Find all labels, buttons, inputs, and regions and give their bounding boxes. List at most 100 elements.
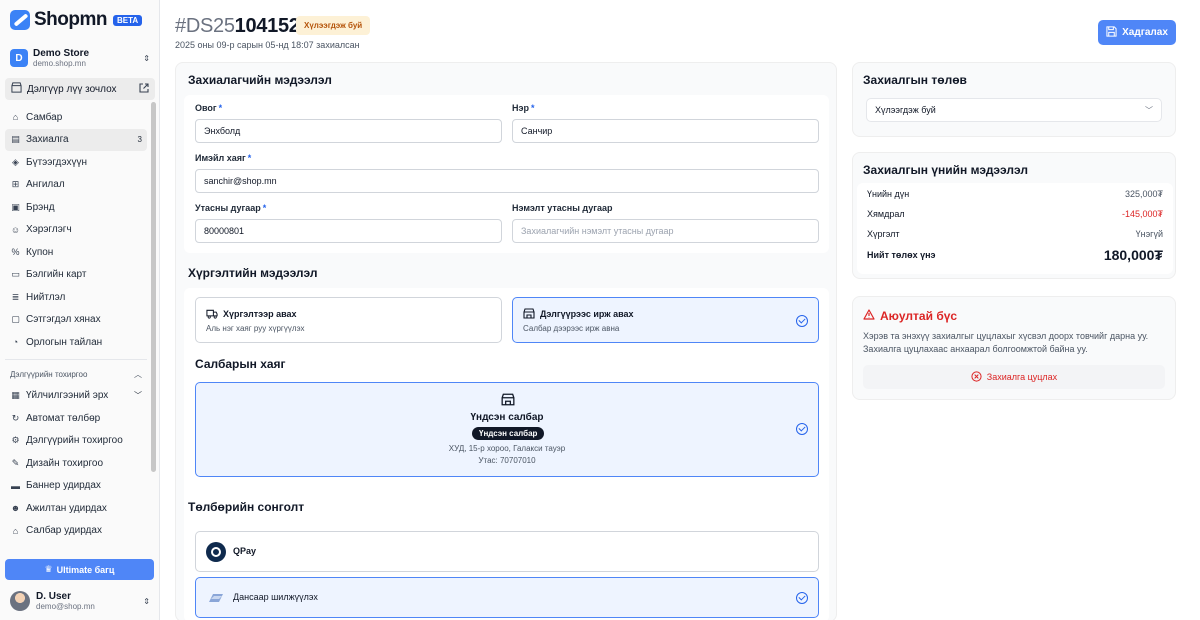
store-avatar: D — [10, 49, 28, 67]
sidebar-item-reviews[interactable]: ▢ Сэтгэгдэл хянах — [5, 309, 147, 332]
last-name-field[interactable]: Энхболд — [195, 119, 502, 143]
delivery-section-title: Хүргэлтийн мэдээлэл — [188, 266, 318, 280]
sidebar-item-label: Үйлчилгээний эрх — [26, 390, 109, 402]
dashboard-icon: ⌂ — [12, 112, 19, 123]
product-icon: ◈ — [12, 156, 19, 167]
branch-tag: Үндсэн салбар — [472, 427, 545, 440]
avatar — [10, 591, 30, 611]
branch-address: ХУД, 15-р хороо, Галакси тауэр — [448, 444, 566, 453]
sidebar-item-label: Дэлгүүрийн тохиргоо — [26, 435, 123, 447]
sidebar-item-categories[interactable]: ⊞ Ангилал — [5, 174, 147, 197]
phone-field[interactable]: 80000801 — [195, 219, 502, 243]
sidebar-item-banners[interactable]: ▬ Баннер удирдах — [5, 475, 147, 498]
user-name: D. User — [36, 591, 72, 602]
delivery-option-title: Дэлгүүрээс ирж авах — [540, 309, 634, 319]
sidebar-item-articles[interactable]: ≣ Нийтлэл — [5, 286, 147, 309]
sidebar-item-coupons[interactable]: % Купон — [5, 241, 147, 264]
delivery-option-shipping[interactable]: Хүргэлтээр авах Аль нэг хаяг руу хүргүүл… — [195, 297, 502, 343]
sidebar-item-label: Автомат төлбөр — [26, 412, 101, 424]
sidebar-item-customers[interactable]: ☺ Хэрэглэгч — [5, 219, 147, 242]
sidebar-item-license[interactable]: ▦ Үйлчилгээний эрх ﹀ — [5, 385, 147, 408]
sidebar-item-design[interactable]: ✎ Дизайн тохиргоо — [5, 452, 147, 475]
order-prefix: #DS25 — [175, 15, 235, 37]
settings-icon: ⚙ — [11, 435, 20, 446]
store-switcher[interactable]: D Demo Store demo.shop.mn ⇕ — [10, 47, 150, 69]
sidebar-item-label: Дизайн тохиргоо — [26, 457, 104, 469]
branch-option-main[interactable]: Үндсэн салбар Үндсэн салбар ХУД, 15-р хо… — [195, 382, 819, 477]
payment-section-title: Төлбөрийн сонголт — [188, 500, 305, 514]
first-name-field[interactable]: Санчир — [512, 119, 819, 143]
delivery-option-title: Хүргэлтээр авах — [223, 309, 297, 319]
sidebar-item-gift-cards[interactable]: ▭ Бэлгийн карт — [5, 264, 147, 287]
user-menu[interactable]: D. User demo@shop.mn ⇕ — [10, 590, 150, 612]
visit-store-label: Дэлгүүр лүү зочлох — [27, 83, 117, 95]
delivery-option-pickup[interactable]: Дэлгүүрээс ирж авах Салбар дээрээс ирж а… — [512, 297, 819, 343]
order-status-select[interactable]: Хүлээгдэж буй ﹀ — [866, 98, 1162, 122]
last-name-label: Овог * — [195, 103, 223, 113]
sidebar-item-branches[interactable]: ⌂ Салбар удирдах — [5, 520, 147, 543]
payment-option-qpay[interactable]: QPay — [195, 531, 819, 572]
chevron-updown-icon: ⇕ — [143, 596, 150, 606]
sidebar-item-dashboard[interactable]: ⌂ Самбар — [5, 106, 147, 129]
sidebar-item-label: Бүтээгдэхүүн — [26, 156, 88, 168]
store-name: Demo Store — [33, 48, 90, 59]
price-label: Хүргэлт — [867, 229, 900, 239]
ultimate-plan-button[interactable]: ♛ Ultimate багц — [5, 559, 154, 580]
sidebar: Shopmn BETA D Demo Store demo.shop.mn ⇕ … — [0, 0, 160, 620]
sidebar-item-products[interactable]: ◈ Бүтээгдэхүүн — [5, 151, 147, 174]
payment-option-bank-transfer[interactable]: Дансаар шилжүүлэх — [195, 577, 819, 618]
chevron-up-icon: ︿ — [134, 370, 142, 379]
external-link-icon — [139, 82, 149, 96]
chevron-down-icon: ﹀ — [134, 391, 142, 401]
sidebar-item-label: Брэнд — [26, 201, 55, 213]
sidebar-item-label: Самбар — [26, 111, 63, 123]
price-row-subtotal: Үнийн дүн 325,000₮ — [867, 189, 1163, 199]
sidebar-item-label: Захиалга — [26, 134, 69, 146]
order-status-value: Хүлээгдэж буй — [875, 105, 936, 115]
coupon-icon: % — [11, 247, 20, 258]
extra-phone-field[interactable]: Захиалагчийн нэмэлт утасны дугаар — [512, 219, 819, 243]
sidebar-item-revenue-report[interactable]: ◔ Орлогын тайлан — [5, 331, 147, 354]
settings-section-title: Дэлгүүрийн тохиргоо — [10, 370, 88, 379]
sidebar-item-label: Орлогын тайлан — [26, 336, 103, 348]
save-button[interactable]: Хадгалах — [1098, 20, 1176, 45]
payment-option-label: QPay — [233, 546, 257, 556]
chevron-updown-icon: ⇕ — [143, 53, 150, 63]
price-label: Хямдрал — [867, 209, 905, 219]
sidebar-item-autopay[interactable]: ↻ Автомат төлбөр — [5, 407, 147, 430]
visit-store-link[interactable]: Дэлгүүр лүү зочлох — [5, 78, 155, 100]
sidebar-item-brands[interactable]: ▣ Брэнд — [5, 196, 147, 219]
autopay-icon: ↻ — [11, 412, 20, 423]
sidebar-item-orders[interactable]: ▤ Захиалга 3 — [5, 128, 147, 151]
sidebar-scrollbar[interactable] — [151, 102, 156, 472]
price-info-panel: Үнийн дүн 325,000₮ Хямдрал -145,000₮ Хүр… — [857, 183, 1173, 274]
sidebar-item-label: Ангилал — [26, 179, 65, 191]
store-icon — [501, 393, 515, 409]
price-info-card: Захиалгын үнийн мэдээлэл Үнийн дүн 325,0… — [852, 152, 1176, 279]
brand-icon: ▣ — [11, 201, 20, 212]
save-label: Хадгалах — [1122, 27, 1168, 38]
extra-phone-label: Нэмэлт утасны дугаар — [512, 203, 613, 213]
cancel-order-label: Захиалга цуцлах — [986, 372, 1058, 382]
review-icon: ▢ — [11, 314, 20, 325]
settings-section-header[interactable]: Дэлгүүрийн тохиргоо ︿ — [5, 365, 147, 385]
status-badge: Хүлээгдэж буй — [296, 16, 371, 35]
sidebar-item-label: Купон — [26, 246, 54, 258]
crown-icon: ♛ — [44, 564, 53, 574]
warning-icon — [863, 309, 875, 323]
sidebar-item-label: Ажилтан удирдах — [26, 502, 107, 514]
order-details-card: Захиалагчийн мэдээлэл Овог * Энхболд Нэр *… — [175, 62, 837, 620]
sidebar-item-store-settings[interactable]: ⚙ Дэлгүүрийн тохиргоо — [5, 430, 147, 453]
price-row-total: Нийт төлөх үнэ 180,000₮ — [867, 247, 1163, 263]
sidebar-item-staff[interactable]: ☻ Ажилтан удирдах — [5, 497, 147, 520]
cancel-order-button[interactable]: Захиалга цуцлах — [863, 365, 1165, 389]
logo-icon — [10, 10, 30, 30]
save-icon — [1106, 25, 1117, 40]
design-icon: ✎ — [11, 457, 20, 468]
delivery-option-subtitle: Аль нэг хаяг руу хүргүүлэх — [206, 324, 305, 333]
category-icon: ⊞ — [11, 179, 20, 190]
article-icon: ≣ — [11, 291, 20, 302]
logo[interactable]: Shopmn BETA — [10, 8, 143, 32]
email-field[interactable]: sanchir@shop.mn — [195, 169, 819, 193]
danger-zone-title: Аюултай бүс — [863, 309, 957, 323]
